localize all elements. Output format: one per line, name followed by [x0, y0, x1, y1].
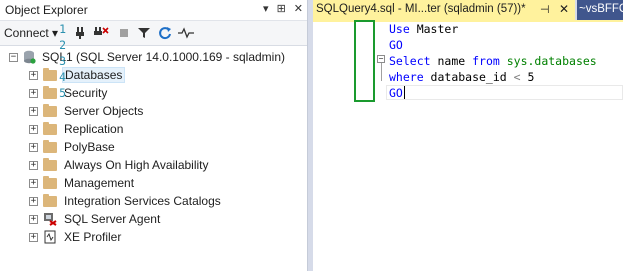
- tree-node-label: Server Objects: [64, 104, 144, 118]
- tab-sqlquery4[interactable]: SQLQuery4.sql - MI...ter (sqladmin (57))…: [313, 0, 575, 20]
- code-line-5[interactable]: GO: [389, 86, 403, 100]
- code-token: Use: [389, 22, 417, 36]
- object-explorer-toolbar: Connect ▾: [0, 21, 307, 46]
- expand-icon[interactable]: +: [29, 178, 38, 188]
- code-token: GO: [389, 38, 403, 52]
- tree-node-server-objects[interactable]: + Server Objects: [29, 102, 145, 120]
- object-explorer-titlebar: Object Explorer ▾ ⊞ ✕: [0, 0, 307, 21]
- line-number: 2: [59, 38, 66, 52]
- filter-icon[interactable]: [136, 25, 152, 41]
- tree-node-xe-profiler[interactable]: + XE Profiler: [29, 228, 123, 246]
- code-token: database_id: [430, 70, 514, 84]
- text-caret: [404, 86, 405, 99]
- code-token: name: [437, 54, 473, 68]
- pin-tab-icon[interactable]: ⊣: [540, 3, 550, 16]
- sql-agent-icon: [44, 213, 57, 226]
- code-token: sys.databases: [506, 54, 597, 68]
- tree-node-label: Replication: [64, 122, 124, 136]
- code-token: where: [389, 70, 431, 84]
- code-token: 5: [527, 70, 535, 84]
- activity-monitor-icon[interactable]: [178, 25, 194, 41]
- code-line-4[interactable]: where database_id < 5: [389, 70, 534, 84]
- document-tab-strip: SQLQuery4.sql - MI...ter (sqladmin (57))…: [313, 0, 623, 20]
- tree-node-always-on[interactable]: + Always On High Availability: [29, 156, 211, 174]
- server-label: SQL1 (SQL Server 14.0.1000.169 - sqladmi…: [42, 50, 286, 64]
- tree-node-polybase[interactable]: + PolyBase: [29, 138, 117, 156]
- fold-guide-line: [381, 63, 382, 81]
- tab-label: ~vsBFFC: [579, 3, 623, 15]
- stop-icon[interactable]: [116, 25, 132, 41]
- fold-collapse-icon[interactable]: −: [377, 55, 385, 63]
- line-number: 1: [59, 22, 66, 36]
- expand-icon[interactable]: +: [29, 70, 38, 80]
- tree-node-sql-server-agent[interactable]: + SQL Server Agent: [29, 210, 162, 228]
- expand-icon[interactable]: +: [29, 88, 38, 98]
- folder-icon: [43, 103, 57, 117]
- expand-icon[interactable]: +: [29, 124, 38, 134]
- folder-icon: [43, 139, 57, 153]
- tree-node-label: SQL Server Agent: [64, 212, 161, 226]
- connect-server-icon[interactable]: [74, 25, 90, 41]
- pin-icon[interactable]: ⊞: [277, 2, 286, 15]
- folder-icon: [43, 175, 57, 189]
- tree-node-databases[interactable]: + Databases: [29, 66, 126, 84]
- folder-icon: [43, 157, 57, 171]
- tab-vsbffc[interactable]: ~vsBFFC: [577, 0, 623, 20]
- expand-icon[interactable]: +: [29, 232, 38, 242]
- tree-node-label: Security: [64, 86, 108, 100]
- refresh-icon[interactable]: [157, 25, 173, 41]
- code-token: GO: [389, 86, 403, 100]
- tree-node-security[interactable]: + Security: [29, 84, 109, 102]
- expand-icon[interactable]: +: [29, 142, 38, 152]
- tree-node-management[interactable]: + Management: [29, 174, 136, 192]
- line-number: 3: [59, 54, 66, 68]
- disconnect-icon[interactable]: [93, 25, 109, 41]
- collapse-icon[interactable]: −: [9, 52, 18, 62]
- xe-profiler-icon: [44, 230, 56, 244]
- code-line-2[interactable]: GO: [389, 38, 403, 52]
- line-number: 5: [59, 86, 66, 100]
- window-position-icon[interactable]: ▾: [263, 2, 269, 15]
- current-line-highlight: [386, 85, 623, 100]
- close-tab-icon[interactable]: ✕: [559, 2, 569, 16]
- tree-node-label: PolyBase: [64, 140, 115, 154]
- expand-icon[interactable]: +: [29, 160, 38, 170]
- tree-node-label: Always On High Availability: [64, 158, 209, 172]
- close-icon[interactable]: ✕: [294, 2, 303, 15]
- code-token: from: [472, 54, 507, 68]
- expand-icon[interactable]: +: [29, 214, 38, 224]
- tree-node-label: XE Profiler: [64, 230, 122, 244]
- expand-icon[interactable]: +: [29, 106, 38, 116]
- tree-node-label: Management: [64, 176, 135, 190]
- tab-label: SQLQuery4.sql - MI...ter (sqladmin (57))…: [316, 3, 526, 15]
- object-explorer-title: Object Explorer: [5, 3, 88, 17]
- code-token: <: [513, 70, 528, 84]
- line-numbers-highlight-box: [354, 20, 375, 102]
- code-token: Select: [389, 54, 438, 68]
- expand-icon[interactable]: +: [29, 196, 38, 206]
- object-explorer-panel: Object Explorer ▾ ⊞ ✕ Connect ▾ − SQL1 (…: [0, 0, 308, 271]
- tree-node-replication[interactable]: + Replication: [29, 120, 125, 138]
- line-number: 4: [59, 70, 66, 84]
- code-line-3[interactable]: Select name from sys.databases: [389, 54, 597, 68]
- code-line-1[interactable]: Use Master: [389, 22, 458, 36]
- tree-node-integration-services[interactable]: + Integration Services Catalogs: [29, 192, 223, 210]
- tree-node-label: Integration Services Catalogs: [64, 194, 221, 208]
- tree-node-label: Databases: [62, 67, 126, 83]
- folder-icon: [43, 193, 57, 207]
- folder-icon: [43, 121, 57, 135]
- server-icon: [24, 50, 36, 64]
- code-token: Master: [416, 22, 459, 36]
